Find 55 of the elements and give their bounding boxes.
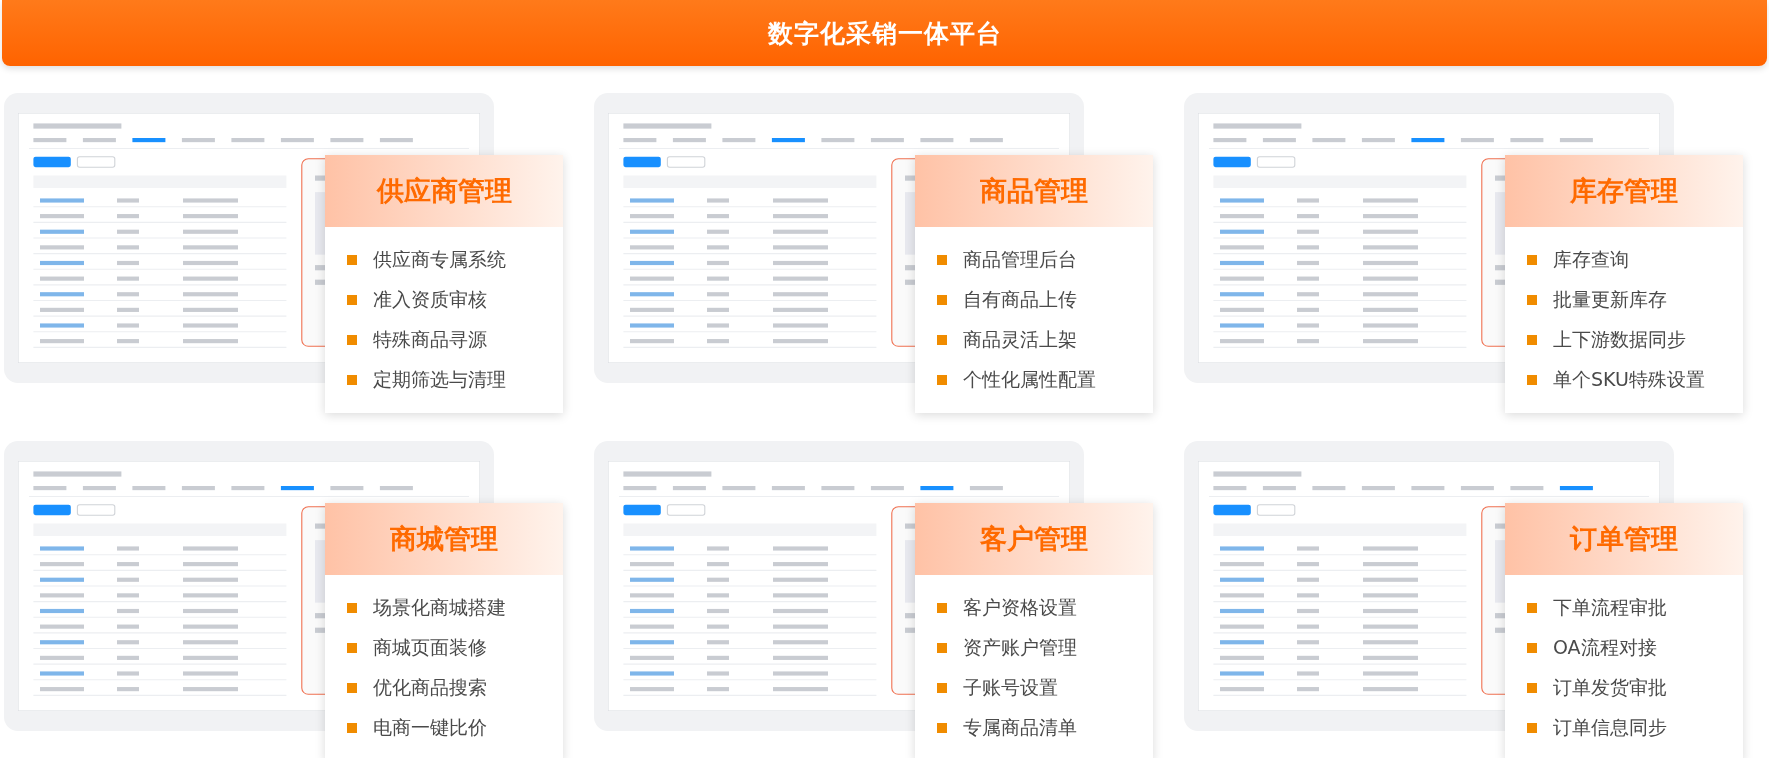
bullet-icon <box>1527 375 1537 385</box>
feature-text: 订单信息同步 <box>1553 715 1667 740</box>
bullet-icon <box>1527 603 1537 613</box>
feature-text: 资产账户管理 <box>963 635 1077 660</box>
bullet-icon <box>347 643 357 653</box>
bullet-icon <box>347 603 357 613</box>
bullet-icon <box>937 335 947 345</box>
feature-text: 商品管理后台 <box>963 247 1077 272</box>
feature-text: 供应商专属系统 <box>373 247 506 272</box>
bullet-icon <box>347 255 357 265</box>
card-title: 客户管理 <box>980 522 1088 556</box>
feature-text: 特殊商品寻源 <box>373 327 487 352</box>
feature-text: 自有商品上传 <box>963 287 1077 312</box>
bullet-icon <box>937 643 947 653</box>
feature-text: 准入资质审核 <box>373 287 487 312</box>
bullet-icon <box>347 723 357 733</box>
card-title: 商品管理 <box>980 174 1088 208</box>
feature-text: 子账号设置 <box>963 675 1058 700</box>
page-title: 数字化采销一体平台 <box>767 17 1002 50</box>
feature-text: 库存查询 <box>1553 247 1629 272</box>
feature-text: 单个SKU特殊设置 <box>1553 367 1705 392</box>
card-title: 商城管理 <box>390 522 498 556</box>
bullet-icon <box>347 335 357 345</box>
feature-text: 优化商品搜索 <box>373 675 487 700</box>
bullet-icon <box>937 683 947 693</box>
feature-text: 下单流程审批 <box>1553 595 1667 620</box>
bullet-icon <box>1527 683 1537 693</box>
card-title: 库存管理 <box>1570 174 1678 208</box>
bullet-icon <box>347 683 357 693</box>
feature-text: 电商一键比价 <box>373 715 487 740</box>
bullet-icon <box>937 375 947 385</box>
bullet-icon <box>347 375 357 385</box>
bullet-icon <box>1527 295 1537 305</box>
bullet-icon <box>1527 643 1537 653</box>
feature-text: 专属商品清单 <box>963 715 1077 740</box>
feature-text: 个性化属性配置 <box>963 367 1096 392</box>
feature-text: OA流程对接 <box>1553 635 1657 660</box>
bullet-icon <box>1527 335 1537 345</box>
feature-text: 订单发货审批 <box>1553 675 1667 700</box>
bullet-icon <box>937 255 947 265</box>
feature-text: 定期筛选与清理 <box>373 367 506 392</box>
feature-text: 商城页面装修 <box>373 635 487 660</box>
card-title: 供应商管理 <box>376 174 512 208</box>
bullet-icon <box>937 723 947 733</box>
feature-text: 批量更新库存 <box>1553 287 1667 312</box>
feature-text: 上下游数据同步 <box>1553 327 1686 352</box>
card-title: 订单管理 <box>1570 522 1678 556</box>
feature-text: 客户资格设置 <box>963 595 1077 620</box>
bullet-icon <box>1527 723 1537 733</box>
bullet-icon <box>937 603 947 613</box>
bullet-icon <box>1527 255 1537 265</box>
feature-text: 商品灵活上架 <box>963 327 1077 352</box>
bullet-icon <box>937 295 947 305</box>
feature-text: 场景化商城搭建 <box>373 595 506 620</box>
bullet-icon <box>347 295 357 305</box>
